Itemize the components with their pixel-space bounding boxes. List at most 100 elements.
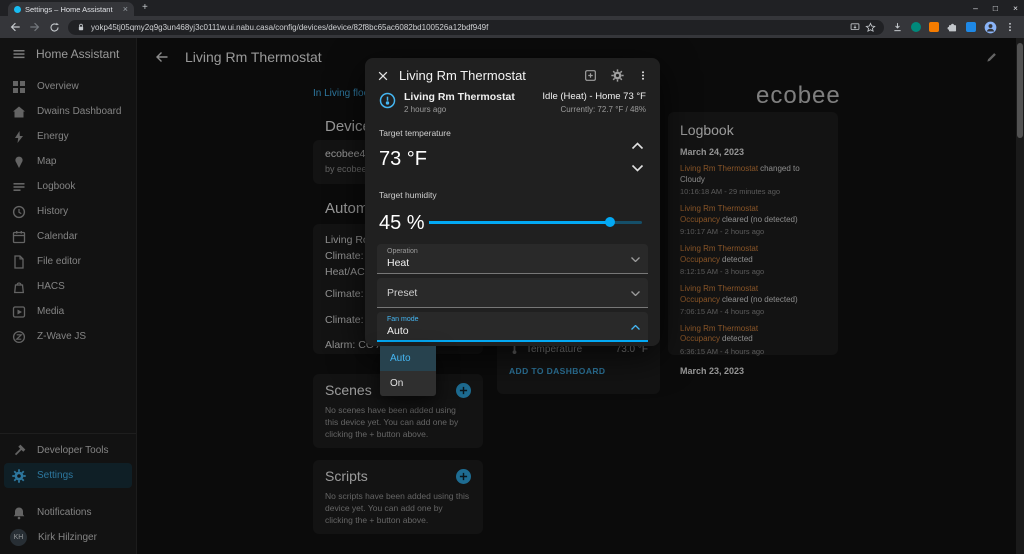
edit-pencil-icon[interactable] <box>985 51 998 64</box>
logbook-time: 7:06:15 AM - 4 hours ago <box>680 307 765 317</box>
new-tab-button[interactable]: + <box>142 2 148 14</box>
browser-menu-icon[interactable] <box>1005 21 1015 33</box>
scripts-empty-text: No scripts have been added using this de… <box>325 491 470 525</box>
sidebar-item-history[interactable]: History <box>0 199 136 224</box>
logbook-action: cleared (no detected) <box>722 294 798 304</box>
operation-value: Heat <box>387 257 410 269</box>
sidebar-item-overview[interactable]: Overview <box>0 74 136 99</box>
add-to-dashboard-link[interactable]: ADD TO DASHBOARD <box>509 366 648 376</box>
sidebar-item-label: Media <box>37 306 65 317</box>
address-bar[interactable]: yokp45tj05qmy2q9g3un468yj3c0111w.ui.nabu… <box>68 19 884 35</box>
logbook-entity-link[interactable]: Living Rm Thermostat <box>680 164 758 173</box>
target-temperature-value: 73 °F <box>379 148 428 170</box>
fan-mode-value: Auto <box>387 325 409 337</box>
entity-summary-row[interactable]: Living Rm Thermostat 2 hours ago Idle (H… <box>365 85 660 114</box>
logbook-action: detected <box>722 254 753 264</box>
slider-fill <box>429 221 611 224</box>
logbook-heading: Logbook <box>680 122 734 138</box>
sidebar-items: Overview Dwains Dashboard Energy Map Log… <box>0 74 136 349</box>
extension-icon-1[interactable] <box>911 22 921 32</box>
operation-select[interactable]: Operation Heat <box>377 244 648 274</box>
url-text[interactable]: yokp45tj05qmy2q9g3un468yj3c0111w.ui.nabu… <box>91 23 845 32</box>
entity-state: Idle (Heat) - Home 73 °F <box>542 91 646 102</box>
browser-reload-icon[interactable] <box>49 22 60 33</box>
sidebar-item-calendar[interactable]: Calendar <box>0 224 136 249</box>
logbook-action: cleared (no detected) <box>722 214 798 224</box>
sidebar-item-label: Energy <box>37 131 69 142</box>
add-to-dashboard-icon[interactable] <box>584 69 597 82</box>
sidebar-item-user[interactable]: KH Kirk Hilzinger <box>0 525 136 550</box>
bell-icon <box>12 506 26 520</box>
browser-forward-icon[interactable] <box>29 21 41 33</box>
sidebar-item-file-editor[interactable]: File editor <box>0 249 136 274</box>
humidity-slider[interactable] <box>429 217 642 227</box>
site-info-lock-icon[interactable] <box>76 22 86 32</box>
extension-icon-3[interactable] <box>966 22 976 32</box>
browser-tab[interactable]: Settings – Home Assistant × <box>8 2 134 16</box>
add-script-button[interactable] <box>456 468 471 484</box>
window-minimize-button[interactable]: – <box>973 4 978 13</box>
preset-select[interactable]: Preset <box>377 278 648 308</box>
sidebar-item-label: Notifications <box>37 507 92 518</box>
app-title: Home Assistant <box>36 47 120 61</box>
temperature-increase-button[interactable] <box>631 142 644 150</box>
window-maximize-button[interactable]: □ <box>993 4 998 13</box>
download-icon[interactable] <box>892 22 903 33</box>
target-temperature-label: Target temperature <box>379 128 451 138</box>
profile-avatar[interactable] <box>984 21 997 34</box>
page-scrollbar[interactable] <box>1016 38 1024 554</box>
fan-mode-option-auto[interactable]: Auto <box>380 346 436 371</box>
user-name: Kirk Hilzinger <box>38 532 97 543</box>
entity-last-changed: 2 hours ago <box>404 105 447 114</box>
sidebar-item-settings[interactable]: Settings <box>4 463 132 488</box>
ecobee-logo: ecobee <box>756 82 841 109</box>
sidebar-item-label: File editor <box>37 256 81 267</box>
play-box-icon <box>12 305 26 319</box>
logbook-entry: Living Rm Thermostat Occupancy detected 6… <box>680 324 826 357</box>
hamburger-menu-icon[interactable] <box>12 47 26 61</box>
install-app-icon[interactable] <box>850 22 860 32</box>
extension-icon-2[interactable] <box>929 22 939 32</box>
browser-titlebar: Settings – Home Assistant × + – □ × <box>0 0 1024 16</box>
sidebar-item-logbook[interactable]: Logbook <box>0 174 136 199</box>
logbook-time: 9:10:17 AM - 2 hours ago <box>680 227 765 237</box>
sidebar-item-hacs[interactable]: HACS <box>0 274 136 299</box>
sidebar-item-energy[interactable]: Energy <box>0 124 136 149</box>
close-icon[interactable] <box>377 70 389 82</box>
bookmark-star-icon[interactable] <box>865 21 876 33</box>
browser-back-icon[interactable] <box>9 21 21 33</box>
add-scene-button[interactable] <box>456 382 471 398</box>
extension-toolbar <box>892 21 1015 34</box>
overflow-menu-icon[interactable] <box>638 69 648 82</box>
entity-settings-gear-icon[interactable] <box>611 69 624 82</box>
temperature-decrease-button[interactable] <box>631 164 644 172</box>
logbook-entry: Living Rm Thermostat Occupancy cleared (n… <box>680 284 826 317</box>
target-humidity-label: Target humidity <box>379 190 437 200</box>
sidebar-item-label: History <box>37 206 69 217</box>
preset-label: Preset <box>387 287 418 299</box>
back-arrow-icon[interactable] <box>155 50 169 64</box>
window-close-button[interactable]: × <box>1013 4 1018 13</box>
sidebar-item-zwave-js[interactable]: Z-Wave JS <box>0 324 136 349</box>
extensions-puzzle-icon[interactable] <box>947 22 958 33</box>
sidebar-item-map[interactable]: Map <box>0 149 136 174</box>
logbook-date: March 23, 2023 <box>680 365 745 376</box>
slider-knob[interactable] <box>605 217 616 227</box>
fan-mode-select[interactable]: Fan mode Auto <box>377 312 648 342</box>
tab-close-icon[interactable]: × <box>123 4 128 14</box>
entity-name: Living Rm Thermostat <box>404 91 515 103</box>
logbook-action: detected <box>722 334 753 344</box>
breadcrumb[interactable]: In Living floor <box>313 88 372 99</box>
scrollbar-thumb[interactable] <box>1017 43 1023 138</box>
entity-current-reading: Currently: 72.7 °F / 48% <box>560 105 646 114</box>
sidebar-item-notifications[interactable]: Notifications <box>0 500 136 525</box>
sidebar-item-developer-tools[interactable]: Developer Tools <box>0 438 136 463</box>
logbook-date: March 24, 2023 <box>680 147 745 157</box>
logbook-entry: Living Rm Thermostat changed to Cloudy 10… <box>680 164 826 197</box>
gear-icon <box>12 468 26 483</box>
fan-mode-option-on[interactable]: On <box>380 371 436 396</box>
sidebar-item-label: Developer Tools <box>37 445 109 456</box>
calendar-icon <box>12 230 26 244</box>
sidebar-item-media[interactable]: Media <box>0 299 136 324</box>
sidebar-item-dwains-dashboard[interactable]: Dwains Dashboard <box>0 99 136 124</box>
